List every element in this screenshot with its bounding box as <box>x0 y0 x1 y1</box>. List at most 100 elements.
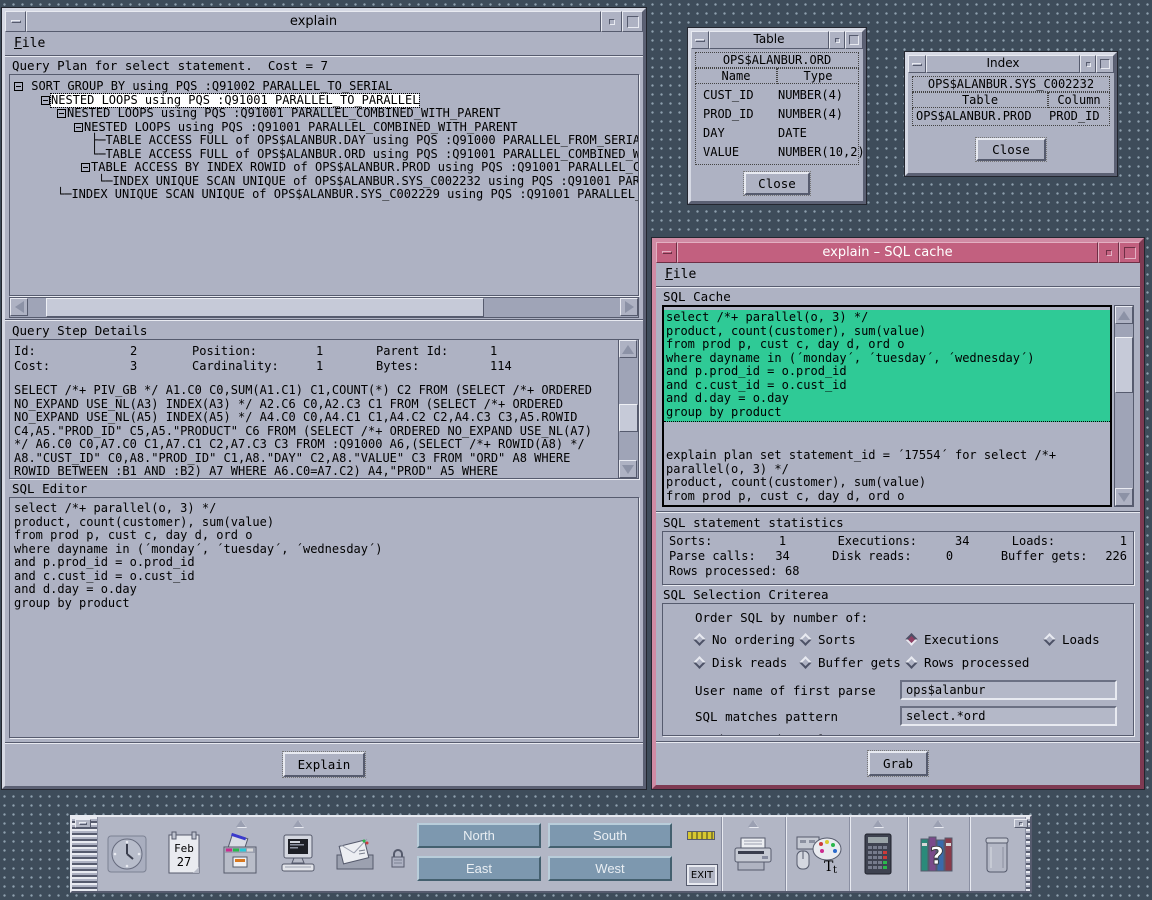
file-manager-launcher[interactable] <box>212 817 269 891</box>
minimize-button[interactable] <box>1098 242 1119 263</box>
window-menu-button[interactable] <box>5 11 26 32</box>
scrollbar-thumb[interactable] <box>619 404 638 433</box>
sql-editor[interactable]: select /*+ parallel(o, 3) */ product, co… <box>9 497 639 738</box>
window-menu-button[interactable] <box>656 242 677 263</box>
scroll-down-button[interactable] <box>619 460 637 478</box>
right-arrow-icon <box>625 301 634 313</box>
explain-titlebar[interactable]: explain <box>5 11 643 32</box>
mail-launcher[interactable] <box>326 817 383 891</box>
svg-text:27: 27 <box>176 855 190 869</box>
sql-cache-list[interactable]: select /*+ parallel(o, 3) */ product, co… <box>662 305 1112 507</box>
window-title: explain <box>26 11 601 32</box>
scrollbar-thumb[interactable] <box>46 298 484 317</box>
tree-node[interactable]: SORT GROUP BY using PQS :Q91002 PARALLEL… <box>10 80 638 94</box>
exit-button[interactable]: EXIT <box>687 865 717 885</box>
panel-handle-left[interactable] <box>72 817 98 891</box>
explain-button[interactable]: Explain <box>283 752 366 777</box>
tree-node[interactable]: NESTED LOOPS using PQS :Q91001 PARALLEL_… <box>10 121 638 135</box>
collapse-box-icon[interactable] <box>41 96 50 105</box>
panel-minimize-button[interactable] <box>75 819 91 828</box>
collapse-box-icon[interactable] <box>14 82 23 91</box>
minimize-icon <box>1106 250 1112 256</box>
cache-scrollbar[interactable] <box>1114 305 1134 507</box>
scroll-up-button[interactable] <box>1115 306 1133 324</box>
maximize-button[interactable] <box>1096 55 1114 73</box>
workspace-west-button[interactable]: West <box>548 856 672 881</box>
tree-node[interactable]: TABLE ACCESS BY INDEX ROWID of OPS$ALANB… <box>10 161 638 175</box>
tree-node[interactable]: NESTED LOOPS using PQS :Q91001 PARALLEL_… <box>10 107 638 121</box>
subpanel-arrow-icon[interactable] <box>293 820 303 827</box>
user-name-input[interactable]: ops$alanbur <box>900 680 1117 700</box>
close-button[interactable]: Close <box>976 138 1046 161</box>
table-titlebar[interactable]: Table <box>691 31 863 49</box>
maximize-button[interactable] <box>1119 242 1140 263</box>
minimize-button[interactable] <box>601 11 622 32</box>
tree-node[interactable]: └─ INDEX UNIQUE SCAN UNIQUE of OPS$ALANB… <box>10 188 638 202</box>
collapse-box-icon[interactable] <box>57 109 66 118</box>
window-menu-button[interactable] <box>908 55 926 73</box>
workspace-east-button[interactable]: East <box>417 856 541 881</box>
pattern-input[interactable]: select.*ord <box>900 706 1117 726</box>
scroll-right-button[interactable] <box>620 298 638 316</box>
workspace-north-button[interactable]: North <box>417 823 541 848</box>
tree-node[interactable]: └─ INDEX UNIQUE SCAN UNIQUE of OPS$ALANB… <box>10 175 638 189</box>
busy-light <box>687 831 715 840</box>
file-menu[interactable]: File <box>665 267 696 282</box>
minimize-button[interactable] <box>829 31 845 49</box>
step-details-scrollbar[interactable] <box>618 340 638 478</box>
file-menu[interactable]: File <box>14 36 45 51</box>
scroll-left-button[interactable] <box>10 298 28 316</box>
collapse-box-icon[interactable] <box>81 163 90 172</box>
calculator-launcher[interactable] <box>849 817 907 891</box>
subpanel-arrow-icon[interactable] <box>236 820 246 827</box>
calendar-launcher[interactable]: Feb 27 <box>155 817 212 891</box>
radio-sorts[interactable]: Sorts <box>801 632 907 647</box>
window-menu-button[interactable] <box>691 31 709 49</box>
sql-cache-titlebar[interactable]: explain – SQL cache <box>656 242 1140 263</box>
scrollbar-track[interactable] <box>1115 324 1133 488</box>
scroll-down-button[interactable] <box>1115 488 1133 506</box>
subpanel-arrow-icon[interactable] <box>748 820 758 827</box>
radio-no-ordering[interactable]: No ordering <box>695 632 801 647</box>
style-manager-launcher[interactable]: T t <box>785 817 849 891</box>
panel-corner-button[interactable] <box>1014 819 1028 828</box>
help-launcher[interactable]: ? <box>907 817 969 891</box>
maximize-button[interactable] <box>622 11 643 32</box>
printer-launcher[interactable] <box>721 817 785 891</box>
radio-rows-processed[interactable]: Rows processed <box>907 655 1029 670</box>
maximize-button[interactable] <box>845 31 863 49</box>
tree-node[interactable]: ├─ TABLE ACCESS FULL of OPS$ALANBUR.DAY … <box>10 134 638 148</box>
close-button[interactable]: Close <box>744 172 810 195</box>
statistics-panel: Sorts: 1 Executions: 34 Loads: 1 Parse c… <box>662 531 1134 585</box>
query-plan-tree[interactable]: SORT GROUP BY using PQS :Q91002 PARALLEL… <box>9 74 639 296</box>
window-title: Index <box>926 55 1080 73</box>
index-titlebar[interactable]: Index <box>908 55 1114 73</box>
scrollbar-track[interactable] <box>619 358 638 460</box>
workspace-south-button[interactable]: South <box>548 823 672 848</box>
tree-node[interactable]: └─ TABLE ACCESS FULL of OPS$ALANBUR.ORD … <box>10 148 638 162</box>
horizontal-scrollbar[interactable] <box>9 297 639 318</box>
scroll-up-button[interactable] <box>619 340 637 358</box>
tree-node[interactable]: NESTED LOOPS using PQS :Q91001 PARALLEL_… <box>10 94 638 108</box>
radio-loads[interactable]: Loads <box>1045 632 1100 647</box>
scrollbar-track[interactable] <box>28 298 620 317</box>
subpanel-arrow-icon[interactable] <box>933 820 943 827</box>
lock-launcher[interactable] <box>383 817 413 891</box>
subpanel-arrow-icon[interactable] <box>873 820 883 827</box>
radio-disk-reads[interactable]: Disk reads <box>695 655 801 670</box>
radio-executions[interactable]: Executions <box>907 632 1045 647</box>
selected-sql-statement[interactable]: select /*+ parallel(o, 3) */ product, co… <box>664 310 1110 422</box>
sql-statement[interactable]: explain plan set statement_id = ´17554´ … <box>664 449 1110 503</box>
scrollbar-thumb[interactable] <box>1115 337 1133 393</box>
trash-launcher[interactable] <box>969 817 1025 891</box>
desktop: { "colors": { "window_bg": "#aeb2c3", "a… <box>0 0 1152 900</box>
clock-launcher[interactable] <box>98 817 155 891</box>
radio-buffer-gets[interactable]: Buffer gets <box>801 655 907 670</box>
editor-line: and c.cust_id = o.cust_id <box>14 570 634 584</box>
grab-button[interactable]: Grab <box>868 751 928 776</box>
collapse-box-icon[interactable] <box>74 123 83 132</box>
window-title: Table <box>709 31 829 49</box>
minimize-button[interactable] <box>1080 55 1096 73</box>
terminal-launcher[interactable] <box>269 817 326 891</box>
panel-handle-right[interactable] <box>1025 817 1030 891</box>
